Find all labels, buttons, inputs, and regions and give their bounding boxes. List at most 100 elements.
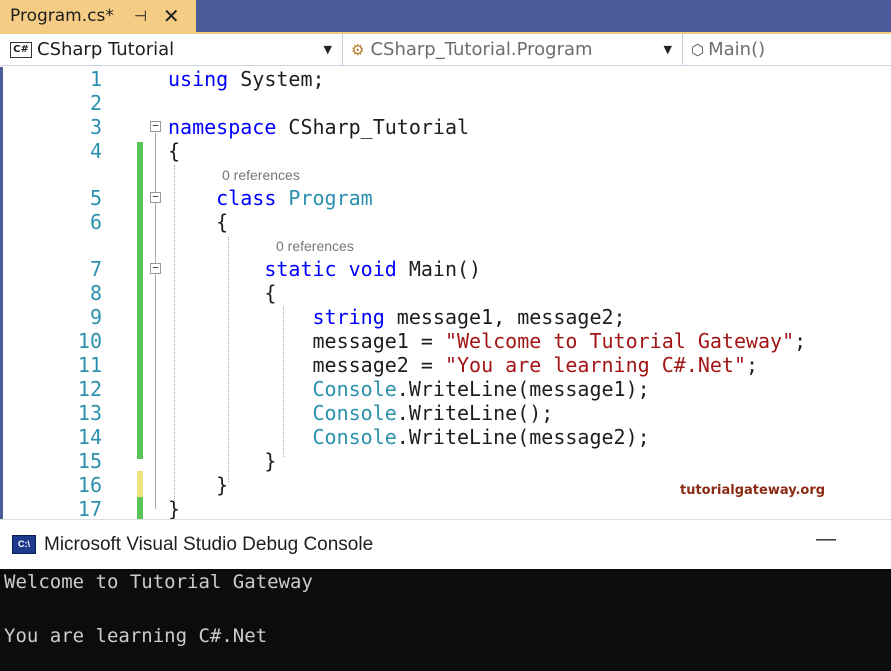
code-token: CSharp_Tutorial — [288, 115, 470, 139]
console-title: Microsoft Visual Studio Debug Console — [44, 533, 374, 555]
minimize-button[interactable]: — — [816, 528, 836, 551]
tab-program-cs[interactable]: Program.cs* ⊣ ✕ — [0, 0, 196, 32]
code-text: } — [168, 473, 228, 497]
code-text: { — [168, 139, 180, 163]
tab-strip: Program.cs* ⊣ ✕ — [0, 0, 891, 34]
code-token: static void — [264, 257, 409, 281]
code-text: namespace CSharp_Tutorial — [168, 115, 469, 139]
line-number: 14 — [77, 425, 102, 449]
code-token: namespace — [168, 115, 289, 139]
line-number: 6 — [89, 210, 102, 234]
codelens-references[interactable]: 0 references — [276, 238, 354, 254]
code-token: { — [168, 281, 277, 305]
codelens-references[interactable]: 0 references — [222, 167, 300, 183]
line-number: 1 — [89, 67, 102, 91]
close-icon[interactable]: ✕ — [163, 4, 180, 28]
code-text: { — [168, 281, 276, 305]
code-text: message2 = "You are learning C#.Net"; — [168, 353, 758, 377]
code-text: using System; — [168, 67, 325, 91]
chevron-down-icon: ▼ — [663, 43, 672, 56]
code-line: 17} — [0, 497, 891, 521]
code-line: 2 — [0, 91, 891, 115]
code-token: message1, message2; — [396, 305, 626, 329]
code-token: } — [168, 449, 277, 473]
code-line: 5 class Program — [0, 186, 891, 210]
code-text: static void Main() — [168, 257, 481, 281]
navigation-bar: C# CSharp Tutorial ▼ ⚙ CSharp_Tutorial.P… — [0, 34, 891, 66]
line-number: 8 — [89, 281, 102, 305]
code-token: message2 = — [168, 353, 445, 377]
code-text: Console.WriteLine(); — [168, 401, 554, 425]
line-number: 3 — [89, 115, 102, 139]
code-token: using — [168, 67, 241, 91]
code-token: ; — [745, 353, 759, 377]
project-label: CSharp Tutorial — [37, 39, 175, 60]
class-label: CSharp_Tutorial.Program — [370, 39, 593, 60]
code-token: } — [168, 473, 229, 497]
console-output-line: You are learning C#.Net — [4, 625, 268, 647]
line-number: 10 — [77, 329, 102, 353]
code-token: string — [312, 305, 397, 329]
line-number: 11 — [77, 353, 102, 377]
code-token: { — [168, 139, 181, 163]
code-token: "You are learning C#.Net" — [444, 353, 746, 377]
code-line: 12 Console.WriteLine(message1); — [0, 377, 891, 401]
code-token: .WriteLine(message2); — [396, 425, 650, 449]
method-icon: ⬡ — [691, 40, 705, 59]
member-dropdown[interactable]: ⬡ Main() — [683, 34, 891, 65]
code-line: 7 static void Main() — [0, 257, 891, 281]
code-line: 13 Console.WriteLine(); — [0, 401, 891, 425]
line-number: 2 — [89, 91, 102, 115]
code-token: Main() — [408, 257, 482, 281]
code-line: 10 message1 = "Welcome to Tutorial Gatew… — [0, 329, 891, 353]
code-token: Console — [312, 401, 397, 425]
project-dropdown[interactable]: C# CSharp Tutorial ▼ — [0, 34, 343, 65]
code-line: 14 Console.WriteLine(message2); — [0, 425, 891, 449]
code-line: 15 } — [0, 449, 891, 473]
watermark-logo: tutorialgateway.org — [680, 483, 826, 498]
line-number: 12 — [77, 377, 102, 401]
code-text: } — [168, 497, 180, 521]
code-token: .WriteLine(message1); — [396, 377, 650, 401]
code-token: System; — [240, 67, 325, 91]
code-token: Console — [312, 377, 397, 401]
code-token: { — [168, 210, 229, 234]
code-line: 11 message2 = "You are learning C#.Net"; — [0, 353, 891, 377]
console-output[interactable]: Welcome to Tutorial Gateway You are lear… — [0, 569, 891, 671]
line-number: 13 — [77, 401, 102, 425]
class-icon: ⚙ — [351, 40, 365, 59]
code-token: class — [216, 186, 289, 210]
console-output-line: Welcome to Tutorial Gateway — [4, 571, 313, 593]
code-token: ; — [794, 329, 807, 353]
code-token: .WriteLine(); — [396, 401, 554, 425]
pin-icon[interactable]: ⊣ — [134, 7, 147, 25]
line-number: 15 — [77, 449, 102, 473]
code-line: 9 string message1, message2; — [0, 305, 891, 329]
code-line: 4{ — [0, 139, 891, 163]
code-token: message1 = — [168, 329, 445, 353]
csharp-project-icon: C# — [10, 41, 32, 58]
code-text: message1 = "Welcome to Tutorial Gateway"… — [168, 329, 806, 353]
line-number: 7 — [89, 257, 102, 281]
line-number: 17 — [77, 497, 102, 521]
code-token: Console — [312, 425, 397, 449]
console-title-bar[interactable]: C:\ Microsoft Visual Studio Debug Consol… — [0, 519, 891, 569]
code-text: } — [168, 449, 276, 473]
code-line: 1 using System; — [0, 67, 891, 91]
code-text: Console.WriteLine(message1); — [168, 377, 650, 401]
code-token: Program — [288, 186, 373, 210]
class-dropdown[interactable]: ⚙ CSharp_Tutorial.Program ▼ — [343, 34, 683, 65]
chevron-down-icon: ▼ — [323, 43, 332, 56]
console-app-icon: C:\ — [12, 535, 36, 554]
code-token: "Welcome to Tutorial Gateway" — [444, 329, 795, 353]
member-label: Main() — [708, 39, 766, 60]
code-line: 6 { — [0, 210, 891, 234]
tab-title: Program.cs* — [10, 6, 114, 26]
code-editor[interactable]: − − − 1 using System; 2 3 namespace CSharp… — [0, 67, 891, 521]
